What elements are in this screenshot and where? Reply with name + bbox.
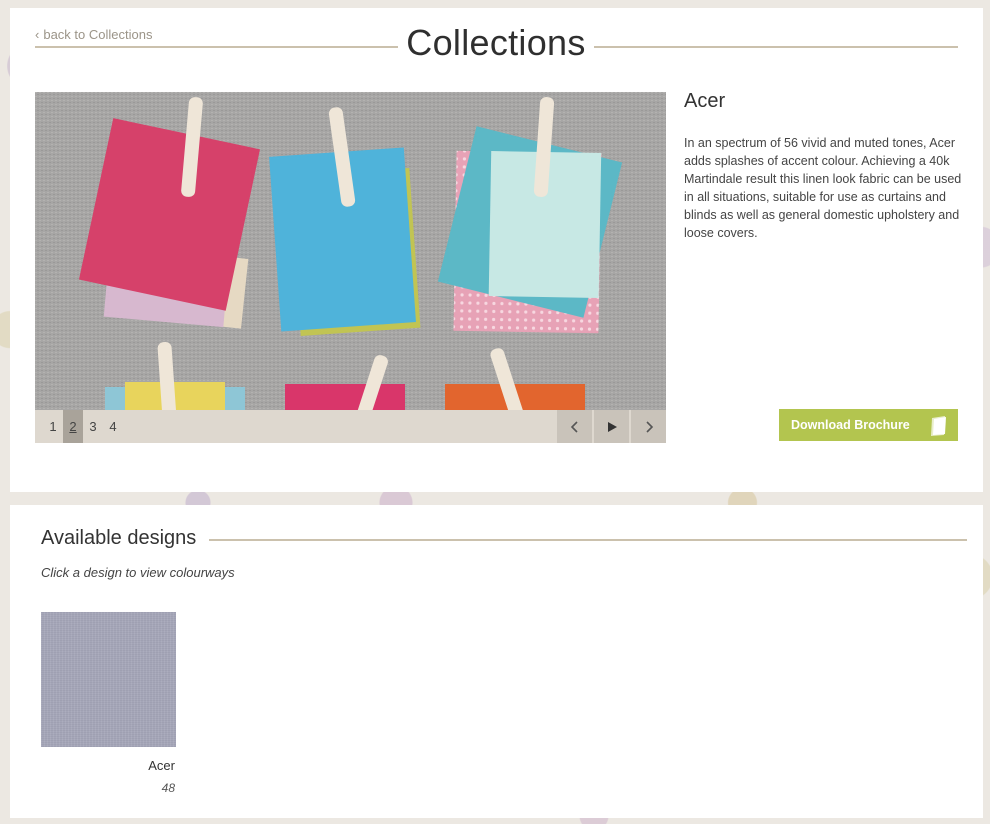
back-link-label: back to Collections [43,27,153,42]
design-thumbnail[interactable] [41,612,176,747]
chevron-right-icon [645,420,653,433]
available-designs-panel: Available designs Click a design to view… [10,505,983,818]
next-slide-button[interactable] [631,410,666,443]
fabric-swatches-photo [35,92,666,410]
page-link-2[interactable]: 2 [63,410,83,443]
back-to-collections-link[interactable]: ‹ back to Collections [35,27,152,42]
page-link-4[interactable]: 4 [103,410,123,443]
page-link-1[interactable]: 1 [43,410,63,443]
design-card-acer[interactable]: Acer 48 [41,612,177,795]
section-title-rule [209,539,967,541]
slideshow-image [35,92,666,410]
design-name[interactable]: Acer [41,758,177,773]
designs-hint: Click a design to view colourways [41,565,235,580]
collection-panel: ‹ back to Collections Collections 1 2 3 … [10,8,983,492]
section-title: Available designs [41,527,197,549]
title-rule-right [594,46,958,48]
play-icon [607,421,617,432]
chevron-left-icon: ‹ [35,27,40,42]
brochure-icon [931,416,946,436]
title-rule-left [35,46,398,48]
collection-name: Acer [684,90,726,112]
chevron-left-icon [570,420,578,433]
previous-slide-button[interactable] [557,410,592,443]
play-slideshow-button[interactable] [594,410,629,443]
page-link-3[interactable]: 3 [83,410,103,443]
collection-description: In an spectrum of 56 vivid and muted ton… [684,136,962,240]
download-brochure-button[interactable]: Download Brochure [779,409,958,441]
slideshow-controls: 1 2 3 4 [35,410,666,443]
page-title: Collections [406,22,586,63]
design-colourway-count: 48 [161,781,175,795]
slideshow-pagination: 1 2 3 4 [43,410,123,443]
download-brochure-label: Download Brochure [791,418,910,432]
